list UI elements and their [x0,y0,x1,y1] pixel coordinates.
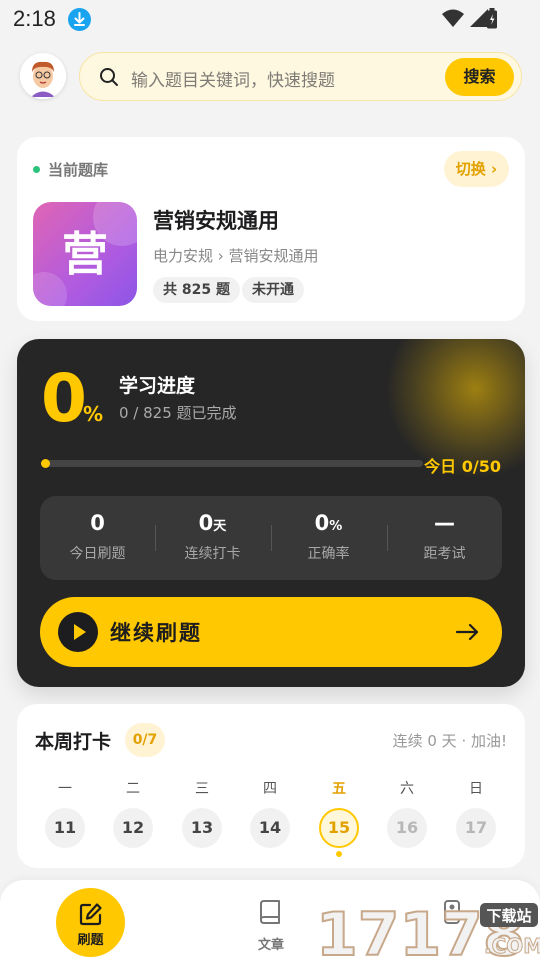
book-icon [260,900,280,924]
progress-subtitle: 0 / 825 题已完成 [119,404,237,422]
day-name: 三 [195,781,209,797]
stat-label: 正确率 [307,546,350,562]
today-goal: 今日 0/50 [424,457,501,476]
day-date: 11 [45,808,85,848]
progress-title: 学习进度 [119,375,196,397]
day-name: 日 [469,781,483,797]
stat-label: 连续打卡 [184,546,241,562]
stat-today-questions: 0 今日刷题 [40,496,155,580]
day-friday-today[interactable]: 五 15 [317,778,361,857]
stat-label: 今日刷题 [69,546,126,562]
progress-percent: 0 [41,360,87,437]
watermark-logo: 17178 下载站 .COM [315,899,540,960]
search-bar[interactable]: 输入题目关键词，快速搜题 搜索 [79,52,522,101]
day-date: 14 [250,808,290,848]
weekly-checkin-card: 本周打卡 0/7 连续 0 天 · 加油! 一 11 二 12 三 13 四 1… [17,704,525,868]
status-time: 2:18 [13,6,56,31]
continue-practice-button[interactable]: 继续刷题 [40,597,502,667]
svg-text:.COM: .COM [484,934,540,958]
nav-practice[interactable]: 刷题 [56,888,125,957]
stat-value: 0天 [198,511,227,535]
stats-panel: 0 今日刷题 0天 连续打卡 0% 正确率 — 距考试 [40,496,502,580]
activation-status-tag: 未开通 [242,277,304,303]
search-icon [100,68,118,86]
download-icon [68,8,91,31]
today-indicator [336,851,342,857]
nav-articles-label: 文章 [257,938,284,953]
status-dot [33,166,40,173]
bank-name[interactable]: 营销安规通用 [153,205,279,235]
day-thursday[interactable]: 四 14 [248,778,292,848]
progress-bar-fill [41,459,50,468]
search-button[interactable]: 搜索 [445,58,514,96]
battery-icon [487,8,497,29]
day-sunday[interactable]: 日 17 [454,778,498,848]
week-title: 本周打卡 [35,731,112,753]
progress-percent-sign: % [83,402,104,426]
search-input[interactable]: 输入题目关键词，快速搜题 [131,66,335,91]
day-name: 四 [263,781,277,797]
day-name: 六 [400,781,414,797]
question-count-tag: 共 825 题 [153,277,240,303]
day-monday[interactable]: 一 11 [43,778,87,848]
edit-icon [79,903,102,926]
current-bank-card: 当前题库 切换 › 营 营销安规通用 电力安规 › 营销安规通用 共 825 题… [17,137,525,321]
continue-label: 继续刷题 [110,621,202,645]
nav-practice-label: 刷题 [77,933,104,948]
stat-label: 距考试 [423,546,466,562]
day-date: 16 [387,808,427,848]
status-bar: 2:18 [0,0,540,40]
day-name: 五 [332,781,346,797]
stat-accuracy: 0% 正确率 [271,496,386,580]
day-wednesday[interactable]: 三 13 [180,778,224,848]
stat-exam-countdown: — 距考试 [387,496,502,580]
progress-card: 0 % 学习进度 0 / 825 题已完成 今日 0/50 0 今日刷题 0天 … [17,339,525,687]
bank-thumbnail-char: 营 [62,227,108,281]
bank-section-label: 当前题库 [48,161,109,179]
day-name: 二 [126,781,140,797]
stat-value: — [434,511,455,535]
streak-text: 连续 0 天 · 加油! [392,732,507,750]
play-icon [58,612,98,652]
switch-bank-button[interactable]: 切换 › [444,151,509,187]
progress-bar [41,459,423,468]
bank-thumbnail[interactable]: 营 [33,202,137,306]
day-saturday[interactable]: 六 16 [385,778,429,848]
svg-text:下载站: 下载站 [486,907,531,925]
arrow-right-icon [456,623,479,641]
day-name: 一 [58,781,72,797]
avatar[interactable] [20,53,66,99]
checkin-count-badge: 0/7 [125,723,165,757]
stat-value: 0 [90,511,105,535]
bank-breadcrumb: 电力安规 › 营销安规通用 [153,247,319,265]
nav-articles[interactable]: 文章 [241,898,301,953]
stat-value: 0% [314,511,343,535]
day-date: 13 [182,808,222,848]
day-date: 15 [319,808,359,848]
day-date: 12 [113,808,153,848]
day-date: 17 [456,808,496,848]
day-tuesday[interactable]: 二 12 [111,778,155,848]
stat-streak: 0天 连续打卡 [155,496,270,580]
